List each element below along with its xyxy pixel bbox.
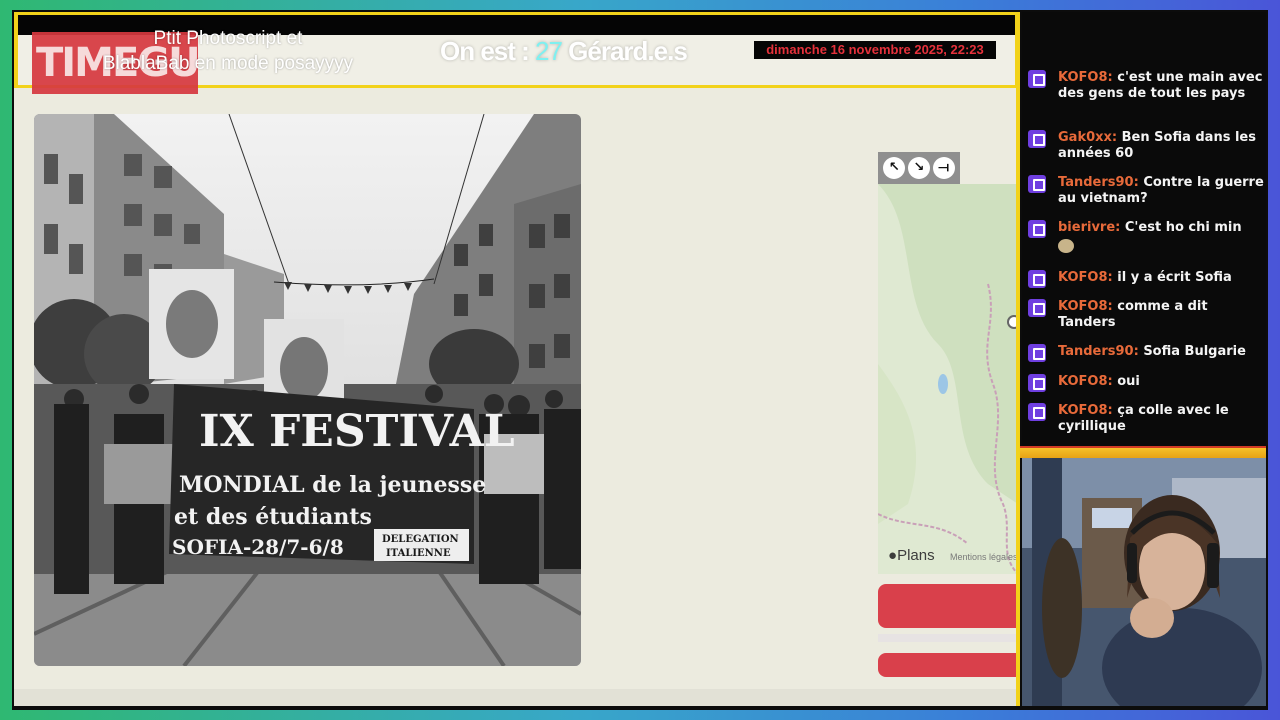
chat-username: KOFO8: [1058,270,1113,285]
guess-button[interactable] [878,584,1018,628]
apple-logo-icon: ● [888,547,898,564]
shrink-arrow-icon[interactable]: ↘ [907,157,930,179]
twitch-chat: KOFO8: c'est une main avec des gens de t… [1022,12,1266,446]
stage-border [1016,12,1020,706]
potato-emote-icon [1058,238,1074,253]
map-brand: ●Plans [888,547,935,564]
chat-message: Gak0xx: Ben Sofia dans les années 60 [1028,130,1264,161]
twitch-badge-icon [1028,70,1046,88]
chat-text: C'est ho chi min [1124,220,1242,235]
chat-message: KOFO8: c'est une main avec des gens de t… [1028,70,1264,101]
button-divider [878,634,1018,642]
twitch-badge-icon [1028,175,1046,193]
webcam-feed [1022,458,1266,706]
stream-title-line2: BlablaBab en mode posayyyy [102,53,354,74]
guess-map[interactable] [878,184,1018,574]
streamer-webcam-image [1022,458,1266,706]
chat-username: bierivre: [1058,220,1121,235]
chat-username: KOFO8: [1058,70,1113,85]
pin-icon[interactable]: ⟞ [932,157,955,179]
chat-username: Tanders90: [1058,175,1139,190]
datetime-display: dimanche 16 novembre 2025, 22:23 [754,41,996,59]
game-stage: TIMEGUESSR Ptit Photoscript et BlablaBab… [14,12,1018,706]
chat-username: Tanders90: [1058,344,1139,359]
twitch-badge-icon [1028,374,1046,392]
twitch-badge-icon [1028,220,1046,238]
chat-message: KOFO8: comme a dit Tanders [1028,299,1264,330]
twitch-badge-icon [1028,270,1046,288]
chat-username: KOFO8: [1058,299,1113,314]
chat-text: oui [1117,374,1140,389]
chat-text: il y a écrit Sofia [1117,270,1232,285]
stage-footer [14,689,1018,706]
viewer-counter: On est : 27 Gérard.e.s [440,36,688,67]
banner-delegation: DELEGATION [382,534,459,545]
banner-subtitle2: et des étudiants [174,504,372,530]
chat-divider [1018,446,1266,458]
twitch-badge-icon [1028,299,1046,317]
banner-delegation-country: ITALIENNE [386,548,451,559]
banner-title: IX FESTIVAL [199,406,515,457]
chat-message: bierivre: C'est ho chi min [1028,220,1264,257]
chat-message: KOFO8: ça colle avec le cyrillique [1028,403,1264,434]
secondary-button[interactable] [878,653,1018,677]
map-terrain [878,184,1018,574]
map-toolbar: ↖ ↘ ⟞ [878,152,960,184]
chat-message: Tanders90: Sofia Bulgarie [1028,344,1264,362]
chat-username: Gak0xx: [1058,130,1118,145]
chat-username: KOFO8: [1058,403,1113,418]
chat-message: KOFO8: oui [1028,374,1264,392]
chat-message: KOFO8: il y a écrit Sofia [1028,270,1264,288]
counter-suffix: Gérard.e.s [561,36,688,66]
twitch-badge-icon [1028,403,1046,421]
festival-photo-image: IX FESTIVAL MONDIAL de la jeunesse et de… [34,114,581,666]
twitch-badge-icon [1028,130,1046,148]
map-brand-label: Plans [897,547,935,564]
guess-photo: IX FESTIVAL MONDIAL de la jeunesse et de… [34,114,581,666]
map-legal-link[interactable]: Mentions légales [950,552,1018,562]
twitch-badge-icon [1028,344,1046,362]
banner-subtitle: MONDIAL de la jeunesse [179,472,486,498]
chat-message: Tanders90: Contre la guerre au vietnam? [1028,175,1264,206]
banner-location: SOFIA-28/7-6/8 [172,535,344,559]
counter-prefix: On est : [440,36,536,66]
expand-arrow-icon[interactable]: ↖ [883,157,906,179]
chat-username: KOFO8: [1058,374,1113,389]
stream-title-line1: Ptit Photoscript et [153,28,303,49]
counter-value: 27 [535,36,563,66]
chat-text: Sofia Bulgarie [1143,344,1246,359]
stream-title: Ptit Photoscript et BlablaBab en mode po… [78,26,378,76]
